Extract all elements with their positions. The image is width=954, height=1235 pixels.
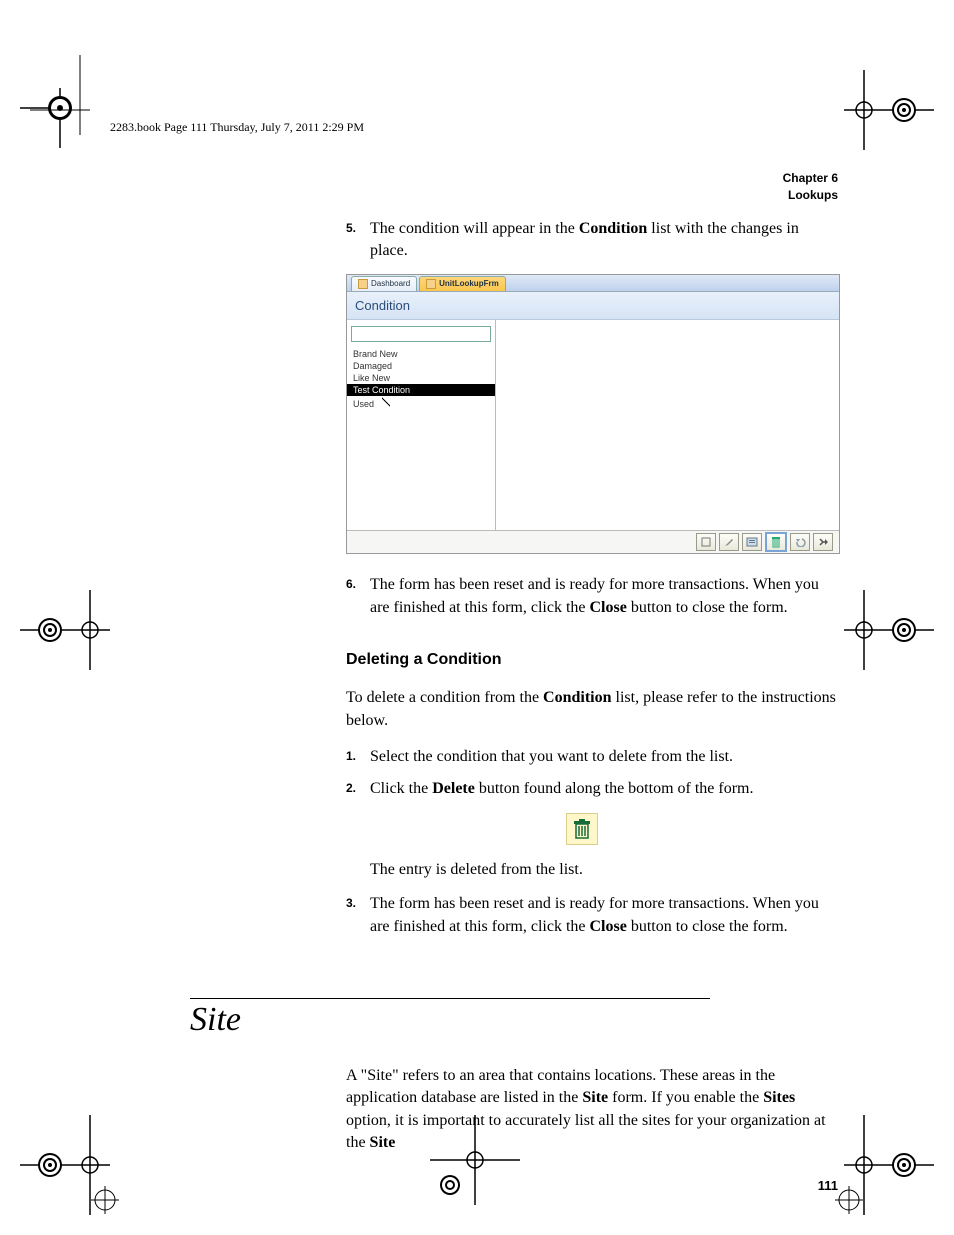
crop-mark-mid-left [20, 590, 130, 670]
new-button[interactable] [696, 533, 716, 551]
chapter-title: Lookups [190, 187, 838, 204]
site-paragraph: A "Site" refers to an area that contains… [346, 1065, 838, 1155]
delete-step-1: 1. Select the condition that you want to… [346, 746, 838, 768]
condition-list-item[interactable]: Test Condition [347, 384, 495, 396]
crop-mark-top-right [824, 70, 934, 150]
tab-unitlookupfrm[interactable]: UnitLookupFrm [419, 276, 506, 291]
condition-form-screenshot: Dashboard UnitLookupFrm Condition Brand … [346, 274, 840, 554]
step-5: 5. The condition will appear in the Cond… [346, 218, 838, 263]
running-head: 2283.book Page 111 Thursday, July 7, 201… [110, 120, 364, 135]
step-text: The form has been reset and is ready for… [370, 895, 819, 934]
condition-list-item[interactable]: Damaged [347, 360, 495, 372]
delete-step-2: 2. Click the Delete button found along t… [346, 778, 838, 800]
condition-list-panel: Brand NewDamagedLike NewTest ConditionUs… [347, 320, 496, 530]
subheading-deleting-condition: Deleting a Condition [346, 651, 838, 669]
condition-list-item[interactable]: Brand New [347, 348, 495, 360]
step-number: 6. [346, 576, 356, 593]
crop-mark-top-left [20, 88, 110, 178]
step-number: 3. [346, 895, 356, 912]
undo-button[interactable] [790, 533, 810, 551]
chapter-header: Chapter 6 Lookups [190, 170, 838, 204]
form-toolbar [347, 530, 839, 553]
step-text: Click the Delete button found along the … [370, 780, 753, 797]
crop-mark-bottom-left [20, 1105, 130, 1215]
condition-list-item[interactable]: Like New [347, 372, 495, 384]
step-6: 6. The form has been reset and is ready … [346, 574, 838, 619]
trash-icon [573, 819, 591, 839]
crop-corner-tl [30, 55, 110, 155]
step-text: Select the condition that you want to de… [370, 748, 733, 765]
section-rule [190, 998, 710, 999]
crop-mark-bottom-right [824, 1105, 934, 1215]
chapter-label: Chapter 6 [190, 170, 838, 187]
view-button[interactable] [742, 533, 762, 551]
step-number: 1. [346, 748, 356, 765]
page-number: 111 [190, 1178, 838, 1193]
crop-mark-mid-right [824, 590, 934, 670]
delete-result: The entry is deleted from the list. [370, 859, 838, 881]
step-text: The form has been reset and is ready for… [370, 576, 819, 615]
tab-dashboard[interactable]: Dashboard [351, 276, 417, 291]
form-title: Condition [347, 292, 839, 320]
delete-button[interactable] [765, 532, 787, 552]
condition-list-item[interactable]: Used [347, 396, 495, 410]
tab-icon [426, 279, 436, 289]
step-text: The condition will appear in the Conditi… [370, 220, 799, 259]
section-title-site: Site [190, 1001, 838, 1039]
tab-bar: Dashboard UnitLookupFrm [347, 275, 839, 292]
step-number: 5. [346, 220, 356, 237]
step-number: 2. [346, 780, 356, 797]
tab-icon [358, 279, 368, 289]
delete-intro: To delete a condition from the Condition… [346, 687, 838, 732]
edit-button[interactable] [719, 533, 739, 551]
close-button[interactable] [813, 533, 833, 551]
filter-input[interactable] [351, 326, 491, 342]
cursor-icon [382, 397, 390, 407]
delete-step-3: 3. The form has been reset and is ready … [346, 893, 838, 938]
delete-icon-callout [566, 813, 598, 845]
